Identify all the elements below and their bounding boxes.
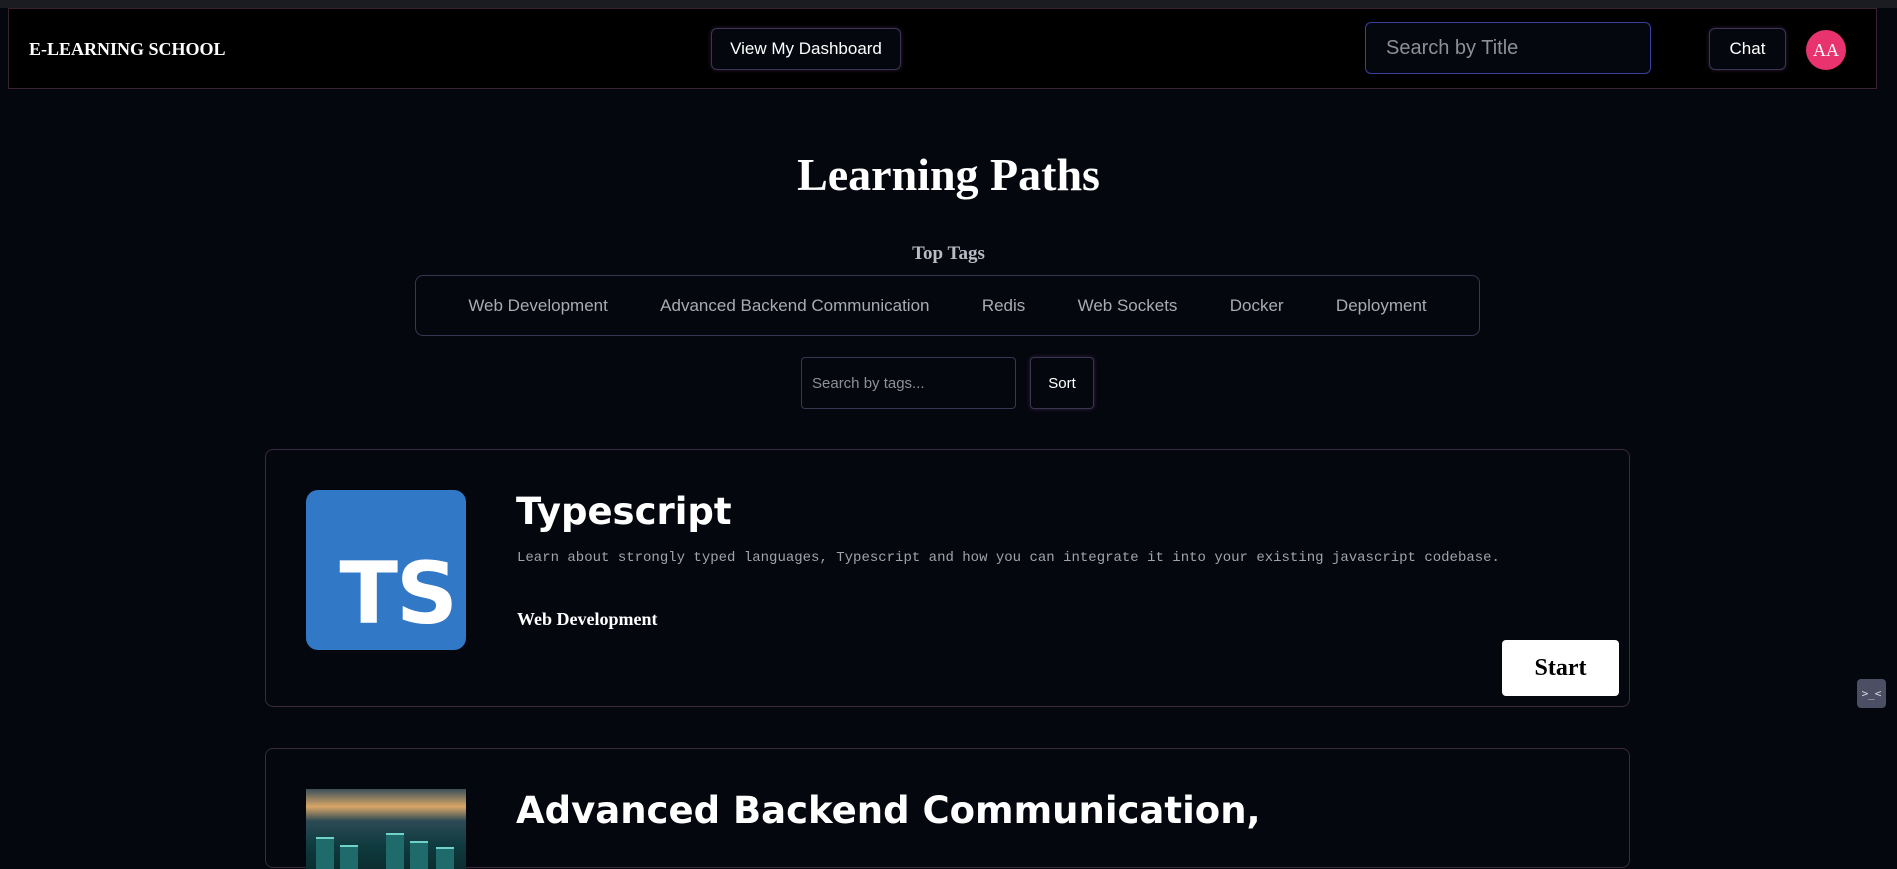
terminal-icon[interactable]: >_< xyxy=(1857,679,1886,708)
course-thumbnail-image xyxy=(306,789,466,869)
tag-docker[interactable]: Docker xyxy=(1230,296,1284,316)
typescript-logo-text: TS xyxy=(339,544,458,644)
start-button[interactable]: Start xyxy=(1502,640,1619,696)
navbar: E-LEARNING SCHOOL View My Dashboard Chat… xyxy=(8,8,1877,89)
typescript-logo: TS xyxy=(306,490,466,650)
tag-deployment[interactable]: Deployment xyxy=(1336,296,1427,316)
browser-top-strip xyxy=(0,0,1897,8)
tag-search-input[interactable] xyxy=(801,357,1016,409)
tag-redis[interactable]: Redis xyxy=(982,296,1025,316)
avatar[interactable]: AA xyxy=(1806,30,1846,70)
course-title: Advanced Backend Communication, xyxy=(516,789,1261,832)
course-title: Typescript xyxy=(516,490,732,533)
course-card-typescript: TS Typescript Learn about strongly typed… xyxy=(265,449,1630,707)
view-dashboard-button[interactable]: View My Dashboard xyxy=(711,28,901,70)
brand-logo-text[interactable]: E-LEARNING SCHOOL xyxy=(29,39,226,60)
top-tags-heading: Top Tags xyxy=(912,243,985,264)
course-tag: Web Development xyxy=(517,609,658,629)
course-card-advanced-backend: Advanced Backend Communication, xyxy=(265,748,1630,869)
chat-button[interactable]: Chat xyxy=(1709,28,1786,70)
course-description: Learn about strongly typed languages, Ty… xyxy=(517,550,1500,566)
page-title: Learning Paths xyxy=(797,149,1100,200)
sort-button[interactable]: Sort xyxy=(1030,357,1094,409)
tag-web-sockets[interactable]: Web Sockets xyxy=(1078,296,1178,316)
top-tags-list: Web Development Advanced Backend Communi… xyxy=(415,275,1480,336)
tag-advanced-backend-communication[interactable]: Advanced Backend Communication xyxy=(660,296,929,316)
tag-web-development[interactable]: Web Development xyxy=(468,296,608,316)
search-title-input[interactable] xyxy=(1365,22,1651,74)
